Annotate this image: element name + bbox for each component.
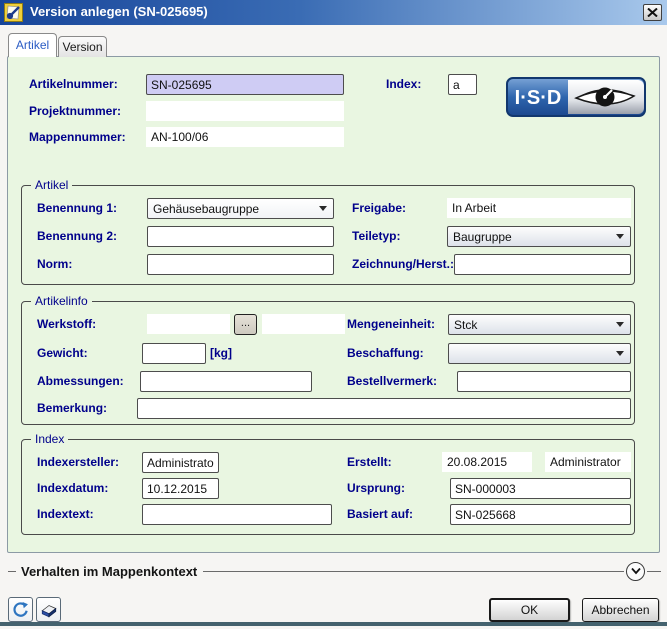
erstellt-user-field: Administrator: [545, 452, 631, 472]
beschaffung-combobox[interactable]: [448, 343, 631, 364]
ursprung-field[interactable]: [450, 478, 631, 499]
ellipsis-browse-icon: ...: [241, 317, 250, 329]
mappennummer-field[interactable]: AN-100/06: [146, 127, 344, 147]
beschaffung-label: Beschaffung:: [347, 346, 424, 360]
create-version-dialog: { "dialog": { "title": "Version anlegen …: [0, 0, 667, 629]
expander-label: Verhalten im Mappenkontext: [21, 564, 197, 579]
erstellt-label: Erstellt:: [347, 455, 392, 469]
benennung1-label: Benennung 1:: [37, 201, 117, 215]
clear-form-icon: [40, 601, 58, 619]
chevron-down-circle-icon: [630, 567, 642, 575]
indexersteller-label: Indexersteller:: [37, 455, 119, 469]
chevron-down-icon: [616, 351, 624, 356]
freigabe-label: Freigabe:: [352, 201, 406, 215]
expander-line-end: [647, 571, 661, 572]
group-index: Index Indexersteller: Erstellt: 20.08.20…: [21, 439, 635, 535]
projektnummer-label: Projektnummer:: [29, 104, 121, 118]
expander-line: [203, 571, 624, 572]
indexdatum-label: Indexdatum:: [37, 481, 108, 495]
tab-artikel[interactable]: Artikel: [8, 33, 57, 57]
freigabe-field: In Arbeit: [447, 198, 631, 218]
indexersteller-field[interactable]: [142, 452, 219, 473]
bestellvermerk-label: Bestellvermerk:: [347, 374, 437, 388]
group-artikel-title: Artikel: [31, 178, 72, 192]
werkstoff-field-2: [262, 314, 345, 334]
werkstoff-browse-button[interactable]: ...: [234, 314, 257, 335]
refresh-icon: [12, 601, 29, 618]
create-version-icon: [4, 3, 23, 22]
cancel-button[interactable]: Abbrechen: [582, 598, 659, 622]
mengeneinheit-label: Mengeneinheit:: [347, 317, 435, 331]
expander-dash: [8, 571, 16, 572]
index-field[interactable]: [448, 74, 477, 95]
group-artikelinfo: Artikelinfo Werkstoff: ... Mengeneinheit…: [21, 301, 635, 425]
basiert-auf-label: Basiert auf:: [347, 507, 413, 521]
indextext-field[interactable]: [142, 504, 332, 525]
benennung2-label: Benennung 2:: [37, 229, 117, 243]
group-artikel: Artikel Benennung 1: Gehäusebaugruppe Fr…: [21, 185, 635, 285]
teiletyp-label: Teiletyp:: [352, 229, 400, 243]
artikelnummer-label: Artikelnummer:: [29, 77, 118, 91]
indextext-label: Indextext:: [37, 507, 94, 521]
isd-logo-text: I·S·D: [515, 87, 562, 109]
bemerkung-field[interactable]: [137, 398, 631, 419]
artikelnummer-field[interactable]: [146, 74, 344, 95]
teiletyp-combobox[interactable]: Baugruppe: [447, 226, 631, 247]
tab-version[interactable]: Version: [58, 36, 107, 57]
dialog-title: Version anlegen (SN-025695): [30, 4, 208, 19]
group-index-title: Index: [31, 432, 68, 446]
gewicht-label: Gewicht:: [37, 346, 88, 360]
abmessungen-label: Abmessungen:: [37, 374, 124, 388]
indexdatum-field[interactable]: [142, 478, 219, 499]
index-label: Index:: [386, 77, 421, 91]
artikel-tab-page: Artikelnummer: Index: I·S·D Projektnumme…: [7, 56, 660, 553]
zeichnung-field[interactable]: [454, 254, 631, 275]
chevron-down-icon: [319, 206, 327, 211]
group-artikelinfo-title: Artikelinfo: [31, 294, 92, 308]
mengeneinheit-value: Stck: [454, 318, 477, 332]
mappenkontext-expander[interactable]: Verhalten im Mappenkontext: [0, 556, 667, 586]
basiert-auf-field[interactable]: [450, 504, 631, 525]
chevron-down-icon: [616, 234, 624, 239]
norm-label: Norm:: [37, 257, 72, 271]
teiletyp-value: Baugruppe: [453, 230, 512, 244]
chevron-down-icon: [616, 322, 624, 327]
close-button[interactable]: [643, 4, 662, 21]
benennung1-value: Gehäusebaugruppe: [153, 202, 259, 216]
erstellt-date-field: 20.08.2015: [442, 452, 532, 472]
projektnummer-field[interactable]: [146, 101, 344, 121]
mengeneinheit-combobox[interactable]: Stck: [448, 314, 631, 335]
isd-logo: I·S·D: [506, 77, 646, 117]
expander-toggle-button[interactable]: [626, 562, 645, 581]
werkstoff-field-1: [147, 314, 230, 334]
gewicht-unit-label: [kg]: [210, 346, 232, 360]
mappennummer-label: Mappennummer:: [29, 130, 126, 144]
werkstoff-label: Werkstoff:: [37, 317, 96, 331]
bestellvermerk-field[interactable]: [457, 371, 631, 392]
benennung1-combobox[interactable]: Gehäusebaugruppe: [147, 198, 334, 219]
ok-button[interactable]: OK: [489, 598, 570, 622]
abmessungen-field[interactable]: [140, 371, 312, 392]
ursprung-label: Ursprung:: [347, 481, 405, 495]
clear-form-button[interactable]: [36, 597, 61, 622]
bemerkung-label: Bemerkung:: [37, 401, 107, 415]
titlebar: Version anlegen (SN-025695): [0, 0, 667, 25]
close-icon: [647, 8, 658, 17]
refresh-button[interactable]: [8, 597, 33, 622]
gewicht-field[interactable]: [142, 343, 206, 364]
zeichnung-label: Zeichnung/Herst.:: [352, 257, 454, 271]
window-bottom-border: [0, 622, 667, 626]
benennung2-field[interactable]: [147, 226, 334, 247]
norm-field[interactable]: [147, 254, 334, 275]
